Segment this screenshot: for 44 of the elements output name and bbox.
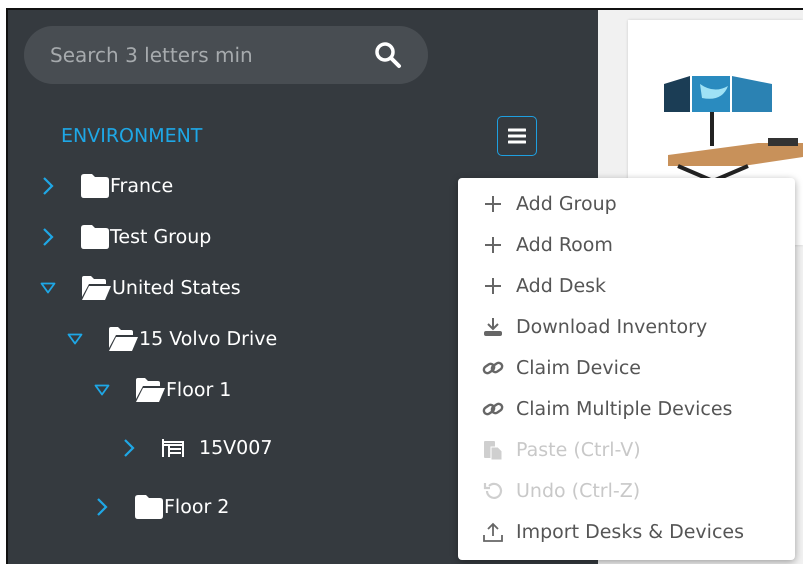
tree-item-label: Floor 1 <box>166 378 232 400</box>
menu-item-label: Add Room <box>516 234 613 256</box>
menu-icon <box>508 128 526 144</box>
menu-item[interactable]: Claim Multiple Devices <box>458 388 795 429</box>
menu-item[interactable]: Add Group <box>458 183 795 224</box>
tree-item-label: Floor 2 <box>164 496 230 518</box>
menu-item-label: Add Group <box>516 192 617 214</box>
menu-item[interactable]: Claim Device <box>458 347 795 388</box>
menu-item[interactable]: Download Inventory <box>458 306 795 347</box>
expand-triangle-icon <box>67 332 83 344</box>
upload-icon <box>482 520 504 542</box>
desk-icon <box>161 437 185 459</box>
menu-item[interactable]: Import Desks & Devices <box>458 511 795 552</box>
search-icon[interactable] <box>374 41 402 69</box>
expand-triangle-icon <box>94 384 110 396</box>
menu-item[interactable]: Add Desk <box>458 265 795 306</box>
chevron-right-icon <box>42 226 54 246</box>
download-icon <box>482 316 504 338</box>
folder-icon <box>134 494 164 520</box>
search-field[interactable]: Search 3 letters min <box>48 42 352 68</box>
chevron-right-icon <box>123 438 135 458</box>
chevron-right-icon <box>42 176 54 196</box>
menu-item[interactable]: Add Room <box>458 224 795 265</box>
tree-item-label: France <box>110 174 174 196</box>
tree-item-label: 15V007 <box>199 437 272 459</box>
menu-item-label: Claim Device <box>516 356 641 378</box>
chevron-right-icon <box>96 496 108 516</box>
open-folder-icon <box>134 376 166 402</box>
tree-item-label: United States <box>112 276 241 298</box>
menu-item-label: Claim Multiple Devices <box>516 398 732 420</box>
search-bar[interactable]: Search 3 letters min <box>24 26 428 84</box>
open-folder-icon <box>107 326 139 352</box>
tree-item-label: 15 Volvo Drive <box>139 328 278 350</box>
paste-icon <box>482 438 504 460</box>
menu-item-label: Import Desks & Devices <box>516 520 744 542</box>
open-folder-icon <box>80 274 112 300</box>
expand-triangle-icon <box>40 282 56 294</box>
tree-item-label: Test Group <box>110 226 212 248</box>
menu-item-label: Download Inventory <box>516 316 708 338</box>
folder-icon <box>80 172 110 198</box>
menu-button[interactable] <box>497 116 537 156</box>
menu-item-label: Add Desk <box>516 274 606 296</box>
folder-icon <box>80 224 110 250</box>
section-title: ENVIRONMENT <box>61 125 202 147</box>
